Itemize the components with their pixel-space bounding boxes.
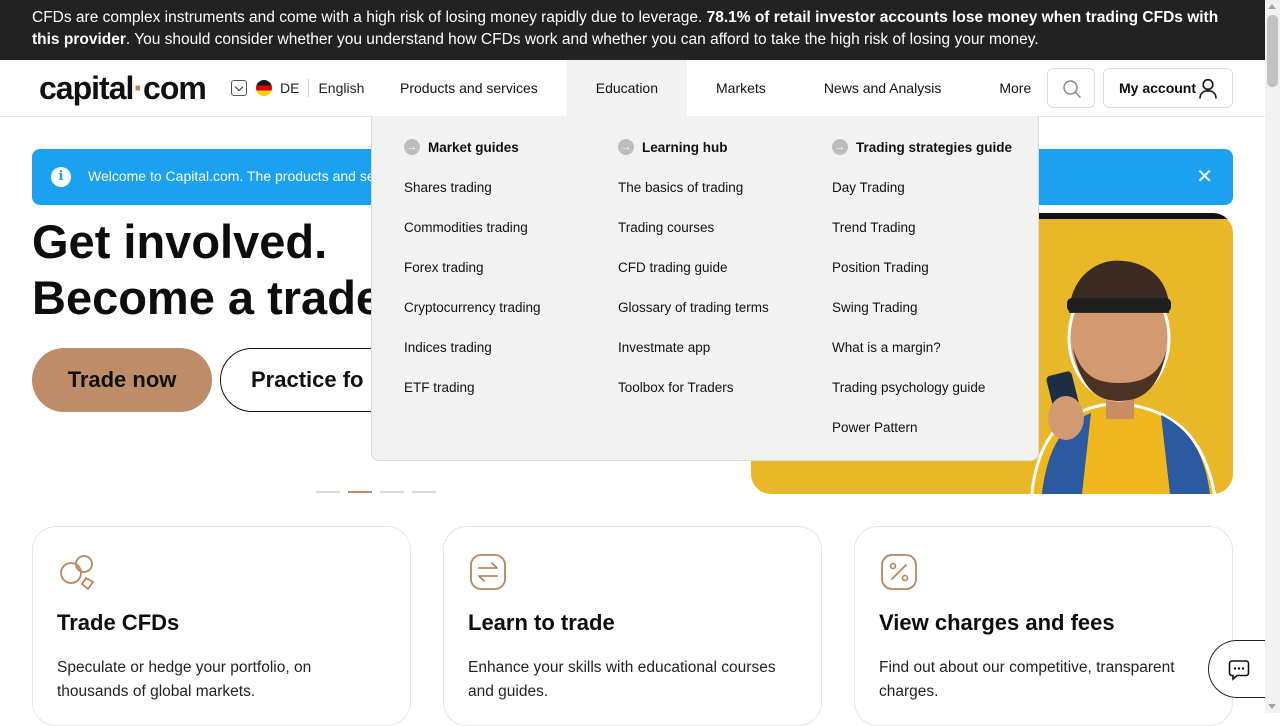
menu-link-what-is-a-margin[interactable]: What is a margin? — [832, 339, 1012, 379]
hero-title-line2: Become a trade — [32, 271, 383, 324]
arrow-right-icon: → — [832, 139, 848, 155]
percent-icon — [881, 554, 917, 590]
menu-link-swing-trading[interactable]: Swing Trading — [832, 299, 1012, 339]
menu-link-shares-trading[interactable]: Shares trading — [404, 179, 541, 219]
learn-to-trade-card[interactable]: Learn to trade Enhance your skills with … — [443, 526, 822, 726]
logo-dot: · — [133, 70, 144, 106]
menu-link-indices-trading[interactable]: Indices trading — [404, 339, 541, 379]
menu-link-power-pattern[interactable]: Power Pattern — [832, 419, 1012, 459]
my-account-button[interactable]: My account — [1103, 68, 1233, 108]
menu-link-forex-trading[interactable]: Forex trading — [404, 259, 541, 299]
nav-markets[interactable]: Markets — [687, 60, 795, 117]
trading-strategies-heading[interactable]: → Trading strategies guide — [832, 138, 1012, 156]
my-account-label: My account — [1119, 80, 1197, 96]
logo-main: capital — [39, 70, 134, 106]
nav-news-and-analysis[interactable]: News and Analysis — [795, 60, 971, 117]
menu-link-commodities-trading[interactable]: Commodities trading — [404, 219, 541, 259]
trading-strategies-column: → Trading strategies guide Day Trading T… — [832, 138, 1012, 459]
learning-hub-label: Learning hub — [642, 139, 728, 155]
card-description: Find out about our competitive, transpar… — [879, 659, 1175, 700]
learning-hub-column: → Learning hub The basics of trading Tra… — [618, 138, 769, 419]
menu-link-investmate-app[interactable]: Investmate app — [618, 339, 769, 379]
menu-link-toolbox-for-traders[interactable]: Toolbox for Traders — [618, 379, 769, 419]
language-selector[interactable]: DE English — [231, 79, 364, 97]
trader-with-phone-image — [1030, 260, 1216, 494]
scroll-up-icon[interactable] — [1268, 4, 1276, 9]
risk-warning-banner: CFDs are complex instruments and come wi… — [0, 0, 1265, 60]
germany-flag-icon — [256, 80, 272, 96]
user-icon — [1199, 78, 1217, 99]
chat-support-button[interactable] — [1208, 640, 1268, 698]
menu-link-glossary[interactable]: Glossary of trading terms — [618, 299, 769, 339]
card-title: View charges and fees — [879, 610, 1115, 635]
capital-com-logo[interactable]: capital·com — [39, 70, 207, 107]
language-divider — [308, 79, 310, 97]
carousel-dot[interactable] — [412, 491, 436, 493]
hero-title-line1: Get involved. — [32, 215, 328, 268]
close-icon[interactable]: ✕ — [1196, 164, 1213, 189]
info-icon: i — [51, 167, 71, 187]
education-dropdown-menu: → Market guides Shares trading Commoditi… — [371, 116, 1039, 461]
arrow-right-icon: → — [404, 139, 420, 155]
menu-link-trend-trading[interactable]: Trend Trading — [832, 219, 1012, 259]
carousel-indicators — [316, 491, 436, 493]
carousel-dot[interactable] — [316, 491, 340, 493]
arrow-right-icon: → — [618, 139, 634, 155]
card-description: Enhance your skills with educational cou… — [468, 659, 776, 700]
welcome-message: Welcome to Capital.com. The products and… — [88, 168, 387, 184]
market-guides-heading[interactable]: → Market guides — [404, 138, 541, 156]
menu-link-position-trading[interactable]: Position Trading — [832, 259, 1012, 299]
menu-link-cryptocurrency-trading[interactable]: Cryptocurrency trading — [404, 299, 541, 339]
card-title: Learn to trade — [468, 610, 615, 635]
nav-education[interactable]: Education — [566, 60, 688, 117]
page-scrollbar[interactable] — [1265, 0, 1280, 713]
language-label[interactable]: English — [318, 80, 364, 96]
market-guides-label: Market guides — [428, 139, 519, 155]
risk-text-after: . You should consider whether you unders… — [125, 31, 1039, 48]
menu-link-trading-courses[interactable]: Trading courses — [618, 219, 769, 259]
logo-tld: com — [143, 70, 207, 106]
exchange-arrows-icon — [470, 554, 506, 590]
menu-link-cfd-trading-guide[interactable]: CFD trading guide — [618, 259, 769, 299]
menu-link-trading-psychology-guide[interactable]: Trading psychology guide — [832, 379, 1012, 419]
charges-and-fees-card[interactable]: View charges and fees Find out about our… — [854, 526, 1233, 726]
trade-now-button[interactable]: Trade now — [32, 348, 212, 412]
chevron-down-icon[interactable] — [231, 80, 247, 96]
nav-products-and-services[interactable]: Products and services — [371, 60, 567, 117]
search-button[interactable] — [1047, 68, 1095, 108]
card-description: Speculate or hedge your portfolio, on th… — [57, 659, 312, 700]
main-nav: Products and services Education Markets … — [371, 60, 1060, 117]
market-guides-column: → Market guides Shares trading Commoditi… — [404, 138, 541, 419]
site-header: capital·com DE English Products and serv… — [0, 60, 1265, 117]
menu-link-etf-trading[interactable]: ETF trading — [404, 379, 541, 419]
hero-title: Get involved. Become a trade — [32, 214, 382, 326]
trading-strategies-label: Trading strategies guide — [856, 139, 1013, 155]
menu-link-day-trading[interactable]: Day Trading — [832, 179, 1012, 219]
card-title: Trade CFDs — [57, 610, 180, 635]
scrollbar-thumb[interactable] — [1267, 15, 1278, 87]
chat-bubble-icon — [1228, 660, 1250, 681]
search-icon — [1063, 80, 1081, 98]
learning-hub-heading[interactable]: → Learning hub — [618, 138, 769, 156]
carousel-dot-active[interactable] — [348, 491, 372, 493]
scroll-down-icon[interactable] — [1268, 704, 1276, 709]
menu-link-basics-of-trading[interactable]: The basics of trading — [618, 179, 769, 219]
carousel-dot[interactable] — [380, 491, 404, 493]
risk-text-before: CFDs are complex instruments and come wi… — [32, 9, 703, 26]
region-code: DE — [280, 80, 300, 96]
trade-cfds-card[interactable]: Trade CFDs Speculate or hedge your portf… — [32, 526, 411, 726]
circles-icon — [60, 555, 95, 591]
